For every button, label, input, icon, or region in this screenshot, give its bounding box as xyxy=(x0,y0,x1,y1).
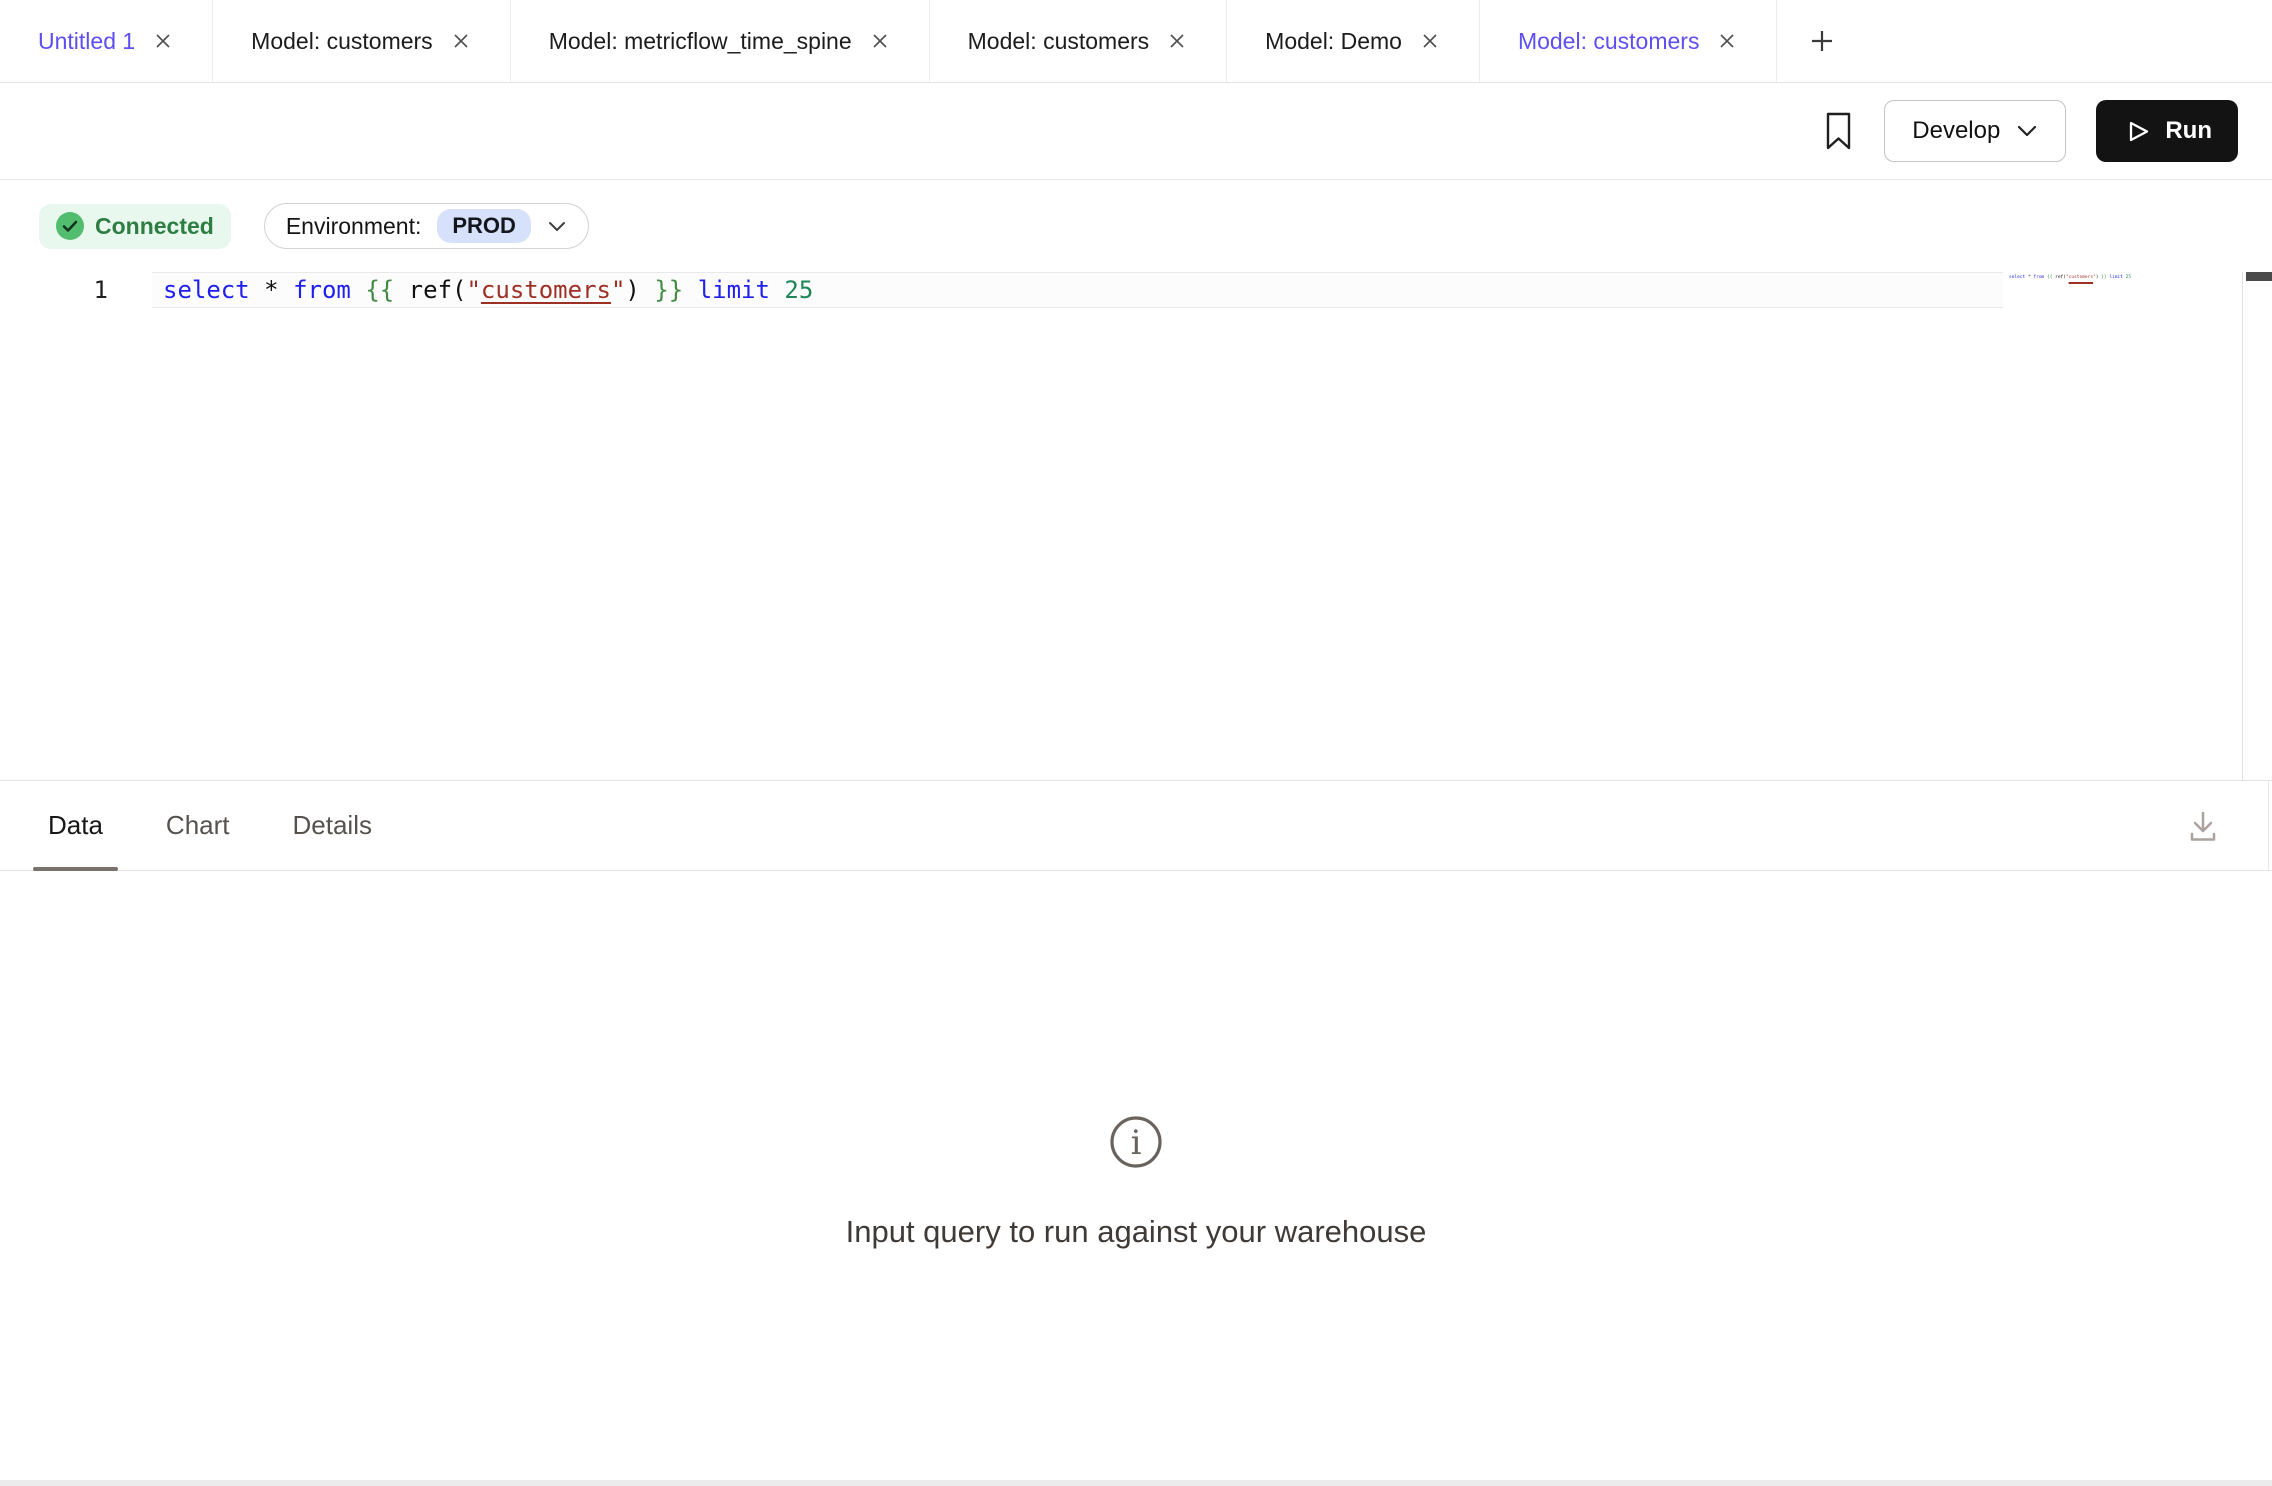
results-tab-label: Chart xyxy=(166,810,230,841)
close-icon[interactable] xyxy=(1419,30,1441,52)
editor-tab[interactable]: Model: customers xyxy=(930,0,1228,82)
close-icon[interactable] xyxy=(869,30,891,52)
environment-label: Environment: xyxy=(286,213,422,240)
code-token xyxy=(770,276,784,304)
check-icon xyxy=(56,212,84,240)
results-tab-bar: Data Chart Details xyxy=(0,781,2272,871)
code-token: limit xyxy=(698,276,770,304)
environment-selector[interactable]: Environment: PROD xyxy=(264,203,589,249)
results-tab-label: Details xyxy=(293,810,372,841)
results-tab[interactable]: Chart xyxy=(151,781,245,870)
editor-tab[interactable]: Untitled 1 xyxy=(0,0,213,82)
tab-bar-tabs: Untitled 1 Model: customers Model: metri… xyxy=(0,0,1777,82)
bottom-edge-strip xyxy=(0,1480,2272,1486)
code-token: select xyxy=(2009,275,2025,280)
tab-label: Model: Demo xyxy=(1265,28,1402,55)
results-tab-label: Data xyxy=(48,810,103,841)
code-token: customers xyxy=(481,276,611,304)
code-token: ref( xyxy=(394,276,466,304)
code-area[interactable]: 1 select * from {{ ref("customers") }} l… xyxy=(0,272,2272,308)
toolbar: Develop Run xyxy=(0,83,2272,180)
line-number: 1 xyxy=(0,272,152,308)
download-icon[interactable] xyxy=(2184,807,2222,845)
code-token: * xyxy=(264,276,278,304)
sql-editor: Connected Environment: PROD 1 select * f… xyxy=(0,180,2272,781)
environment-value-chip: PROD xyxy=(437,209,531,243)
code-token: ref( xyxy=(2052,275,2066,280)
tab-label: Model: metricflow_time_spine xyxy=(549,28,852,55)
run-button-label: Run xyxy=(2165,117,2212,145)
code-line[interactable]: select * from {{ ref("customers") }} lim… xyxy=(152,272,2003,308)
editor-minimap[interactable]: select * from {{ ref("customers") }} lim… xyxy=(2009,273,2134,284)
code-token xyxy=(351,276,365,304)
connection-status-badge: Connected xyxy=(39,204,231,249)
active-tab-underline xyxy=(33,867,118,871)
results-tabs: Data Chart Details xyxy=(33,781,420,870)
develop-button-label: Develop xyxy=(1912,117,2000,145)
close-icon[interactable] xyxy=(1716,30,1738,52)
editor-tab[interactable]: Model: customers xyxy=(213,0,511,82)
close-icon[interactable] xyxy=(152,30,174,52)
code-token: from xyxy=(2033,275,2044,280)
results-empty-state: i Input query to run against your wareho… xyxy=(0,871,2272,1480)
connection-status-label: Connected xyxy=(95,213,214,240)
new-tab-button[interactable] xyxy=(1777,0,1867,82)
info-icon: i xyxy=(1108,1114,1164,1170)
code-token: customers xyxy=(2069,275,2093,280)
play-icon xyxy=(2122,116,2152,147)
code-token: }} xyxy=(654,276,683,304)
code-token: " xyxy=(611,276,625,304)
code-token: {{ xyxy=(365,276,394,304)
editor-tab[interactable]: Model: Demo xyxy=(1227,0,1480,82)
results-tab[interactable]: Details xyxy=(278,781,387,870)
tab-bar: Untitled 1 Model: customers Model: metri… xyxy=(0,0,2272,83)
editor-status-row: Connected Environment: PROD xyxy=(39,203,589,249)
code-token xyxy=(279,276,293,304)
editor-scrollbar-thumb[interactable] xyxy=(2246,272,2272,281)
plus-icon xyxy=(1807,26,1837,56)
code-token: ) xyxy=(625,276,654,304)
empty-state-message: Input query to run against your warehous… xyxy=(846,1214,1427,1250)
code-token xyxy=(250,276,264,304)
chevron-down-icon xyxy=(2016,124,2038,138)
tab-label: Untitled 1 xyxy=(38,28,135,55)
code-token: select xyxy=(163,276,250,304)
bookmark-icon[interactable] xyxy=(1823,110,1854,152)
chevron-down-icon xyxy=(547,220,567,233)
editor-scrollbar-track[interactable] xyxy=(2242,272,2272,780)
develop-button[interactable]: Develop xyxy=(1884,100,2066,162)
tab-label: Model: customers xyxy=(251,28,433,55)
code-token: from xyxy=(293,276,351,304)
code-token: limit xyxy=(2109,275,2123,280)
close-icon[interactable] xyxy=(450,30,472,52)
close-icon[interactable] xyxy=(1166,30,1188,52)
editor-tab[interactable]: Model: customers xyxy=(1480,0,1778,82)
editor-tab[interactable]: Model: metricflow_time_spine xyxy=(511,0,930,82)
results-tab[interactable]: Data xyxy=(33,781,118,870)
code-token: 25 xyxy=(2126,275,2131,280)
tab-label: Model: customers xyxy=(1518,28,1700,55)
tab-label: Model: customers xyxy=(968,28,1150,55)
svg-text:i: i xyxy=(1131,1123,1142,1163)
run-button[interactable]: Run xyxy=(2096,100,2238,162)
code-token: 25 xyxy=(784,276,813,304)
panel-right-divider xyxy=(2268,781,2269,870)
code-token: " xyxy=(466,276,480,304)
code-token xyxy=(683,276,697,304)
